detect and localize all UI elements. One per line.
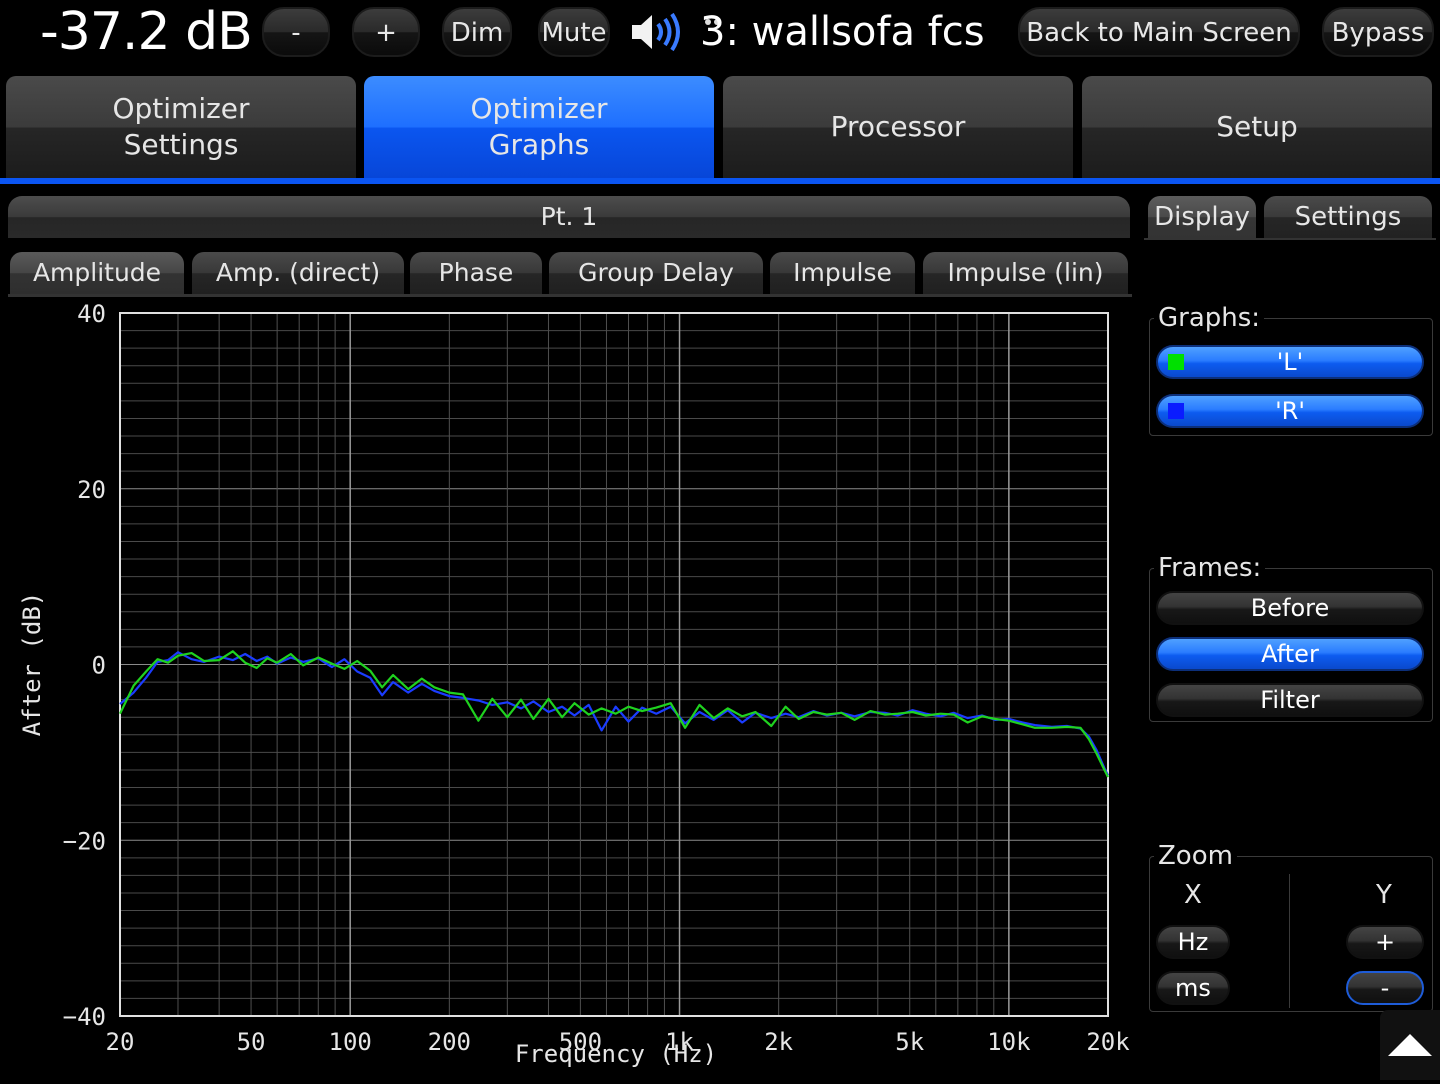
up-arrow-icon: [1388, 1034, 1432, 1056]
tab-optimizer-graphs[interactable]: Optimizer Graphs: [364, 76, 714, 178]
y-tick-label: −40: [63, 1003, 106, 1031]
x-tick-label: 10k: [987, 1028, 1031, 1056]
y-tick-label: 20: [77, 476, 106, 504]
scroll-up-button[interactable]: [1380, 1010, 1440, 1080]
zoom-y-out-button[interactable]: -: [1346, 971, 1424, 1005]
speaker-volume-icon[interactable]: [628, 10, 688, 54]
tab-setup[interactable]: Setup: [1082, 76, 1432, 178]
tab-optimizer-settings[interactable]: Optimizer Settings: [6, 76, 356, 178]
tab-label: Processor: [830, 110, 966, 143]
subtab-amplitude[interactable]: Amplitude: [10, 252, 184, 294]
subtab-phase[interactable]: Phase: [410, 252, 542, 294]
subtab-underline: [8, 294, 1132, 297]
frames-group-title: Frames:: [1154, 553, 1266, 583]
right-tab-underline: [1144, 238, 1436, 240]
graph-label-r: 'R': [1275, 397, 1305, 425]
amplitude-chart[interactable]: 40200−20−4020 50 100 200 500 1k 2k 5k 10k 20k Fre…: [0, 300, 1140, 1080]
tab-display[interactable]: Display: [1148, 196, 1256, 238]
zoom-y-in-button[interactable]: +: [1346, 925, 1424, 959]
frame-filter-button[interactable]: Filter: [1156, 683, 1424, 717]
blue-swatch-icon: [1168, 403, 1184, 419]
subtab-group-delay[interactable]: Group Delay: [549, 252, 763, 294]
bypass-button[interactable]: Bypass: [1322, 7, 1434, 57]
x-tick-label: 200: [428, 1028, 471, 1056]
graph-toggle-l[interactable]: 'L': [1156, 345, 1424, 379]
volume-down-button[interactable]: -: [262, 7, 330, 57]
tab-label: Setup: [1216, 110, 1298, 143]
x-tick-label: 2k: [764, 1028, 793, 1056]
frame-before-button[interactable]: Before: [1156, 591, 1424, 625]
zoom-x-ms-button[interactable]: ms: [1156, 971, 1230, 1005]
zoom-x-label: X: [1184, 880, 1202, 910]
x-tick-label: 50: [237, 1028, 266, 1056]
x-tick-label: 5k: [895, 1028, 924, 1056]
x-tick-label: 20k: [1086, 1028, 1130, 1056]
graph-toggle-r[interactable]: 'R': [1156, 394, 1424, 428]
dim-button[interactable]: Dim: [442, 7, 512, 57]
volume-up-button[interactable]: +: [352, 7, 420, 57]
y-tick-label: −20: [63, 827, 106, 855]
subtab-impulse[interactable]: Impulse: [770, 252, 915, 294]
back-to-main-screen-button[interactable]: Back to Main Screen: [1018, 7, 1300, 57]
x-tick-label: 100: [329, 1028, 372, 1056]
zoom-x-hz-button[interactable]: Hz: [1156, 925, 1230, 959]
frame-after-button[interactable]: After: [1156, 637, 1424, 671]
x-tick-label: 20: [106, 1028, 135, 1056]
mute-button[interactable]: Mute: [538, 7, 610, 57]
tab-processor[interactable]: Processor: [723, 76, 1073, 178]
zoom-divider: [1289, 874, 1290, 1008]
tab-settings[interactable]: Settings: [1264, 196, 1432, 238]
subtab-amp-direct[interactable]: Amp. (direct): [192, 252, 404, 294]
subtab-impulse-lin[interactable]: Impulse (lin): [923, 252, 1128, 294]
x-axis-label: Frequency (Hz): [515, 1040, 717, 1068]
y-tick-label: 40: [77, 300, 106, 328]
volume-readout: -37.2 dB: [40, 2, 253, 62]
y-axis-label: After (dB): [18, 592, 46, 737]
zoom-group-title: Zoom: [1154, 841, 1237, 871]
preset-name[interactable]: 3: wallsofa fcs: [700, 0, 1000, 64]
graphs-group-title: Graphs:: [1154, 303, 1265, 333]
graph-label-l: 'L': [1276, 348, 1304, 376]
zoom-y-label: Y: [1376, 880, 1392, 910]
tab-label: Optimizer Settings: [112, 92, 250, 161]
green-swatch-icon: [1168, 354, 1184, 370]
section-title: Pt. 1: [8, 196, 1130, 238]
y-tick-label: 0: [92, 652, 106, 680]
tab-label: Optimizer Graphs: [470, 92, 608, 161]
tab-underline: [0, 178, 1440, 184]
